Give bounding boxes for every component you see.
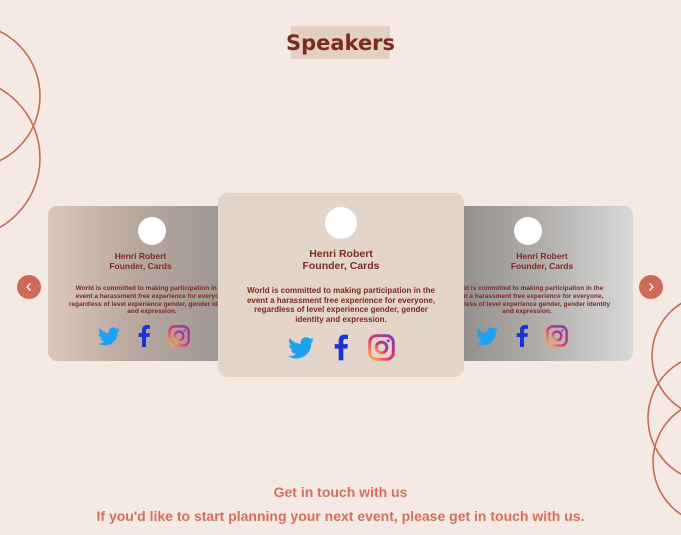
next-button[interactable] xyxy=(639,275,663,299)
speaker-role: Founder, Cards xyxy=(109,260,172,271)
facebook-icon[interactable] xyxy=(334,334,348,361)
twitter-icon[interactable] xyxy=(476,326,498,346)
social-links xyxy=(476,325,568,347)
contact-text: If you'd like to start planning your nex… xyxy=(96,508,585,524)
prev-button[interactable] xyxy=(17,275,41,299)
speaker-card: Henri Robert Founder, Cards World is com… xyxy=(48,206,233,361)
twitter-icon[interactable] xyxy=(287,336,314,359)
social-links xyxy=(98,325,190,347)
instagram-icon[interactable] xyxy=(168,325,190,347)
avatar xyxy=(514,217,542,245)
speaker-card-active: Henri Robert Founder, Cards World is com… xyxy=(218,193,464,377)
social-links xyxy=(218,334,464,361)
speaker-bio: World is committed to making participati… xyxy=(246,286,436,324)
speaker-bio: World is committed to making participati… xyxy=(68,285,233,316)
speaker-name: Henri Robert xyxy=(309,248,373,260)
speaker-bio: World is committed to making participati… xyxy=(451,285,611,316)
contact-title: Get in touch with us xyxy=(273,484,408,500)
avatar xyxy=(325,207,357,239)
instagram-icon[interactable] xyxy=(367,334,395,361)
speaker-role: Founder, Cards xyxy=(510,260,574,271)
instagram-icon[interactable] xyxy=(546,325,568,347)
speaker-role: Founder, Cards xyxy=(302,260,380,273)
twitter-icon[interactable] xyxy=(98,326,120,346)
facebook-icon[interactable] xyxy=(138,325,150,347)
avatar xyxy=(138,217,166,245)
page-title: Speakers xyxy=(286,26,395,59)
facebook-icon[interactable] xyxy=(516,325,528,347)
chevron-right-icon xyxy=(649,283,654,291)
speaker-card: Henri Robert Founder, Cards World is com… xyxy=(451,206,633,361)
chevron-left-icon xyxy=(26,283,31,291)
